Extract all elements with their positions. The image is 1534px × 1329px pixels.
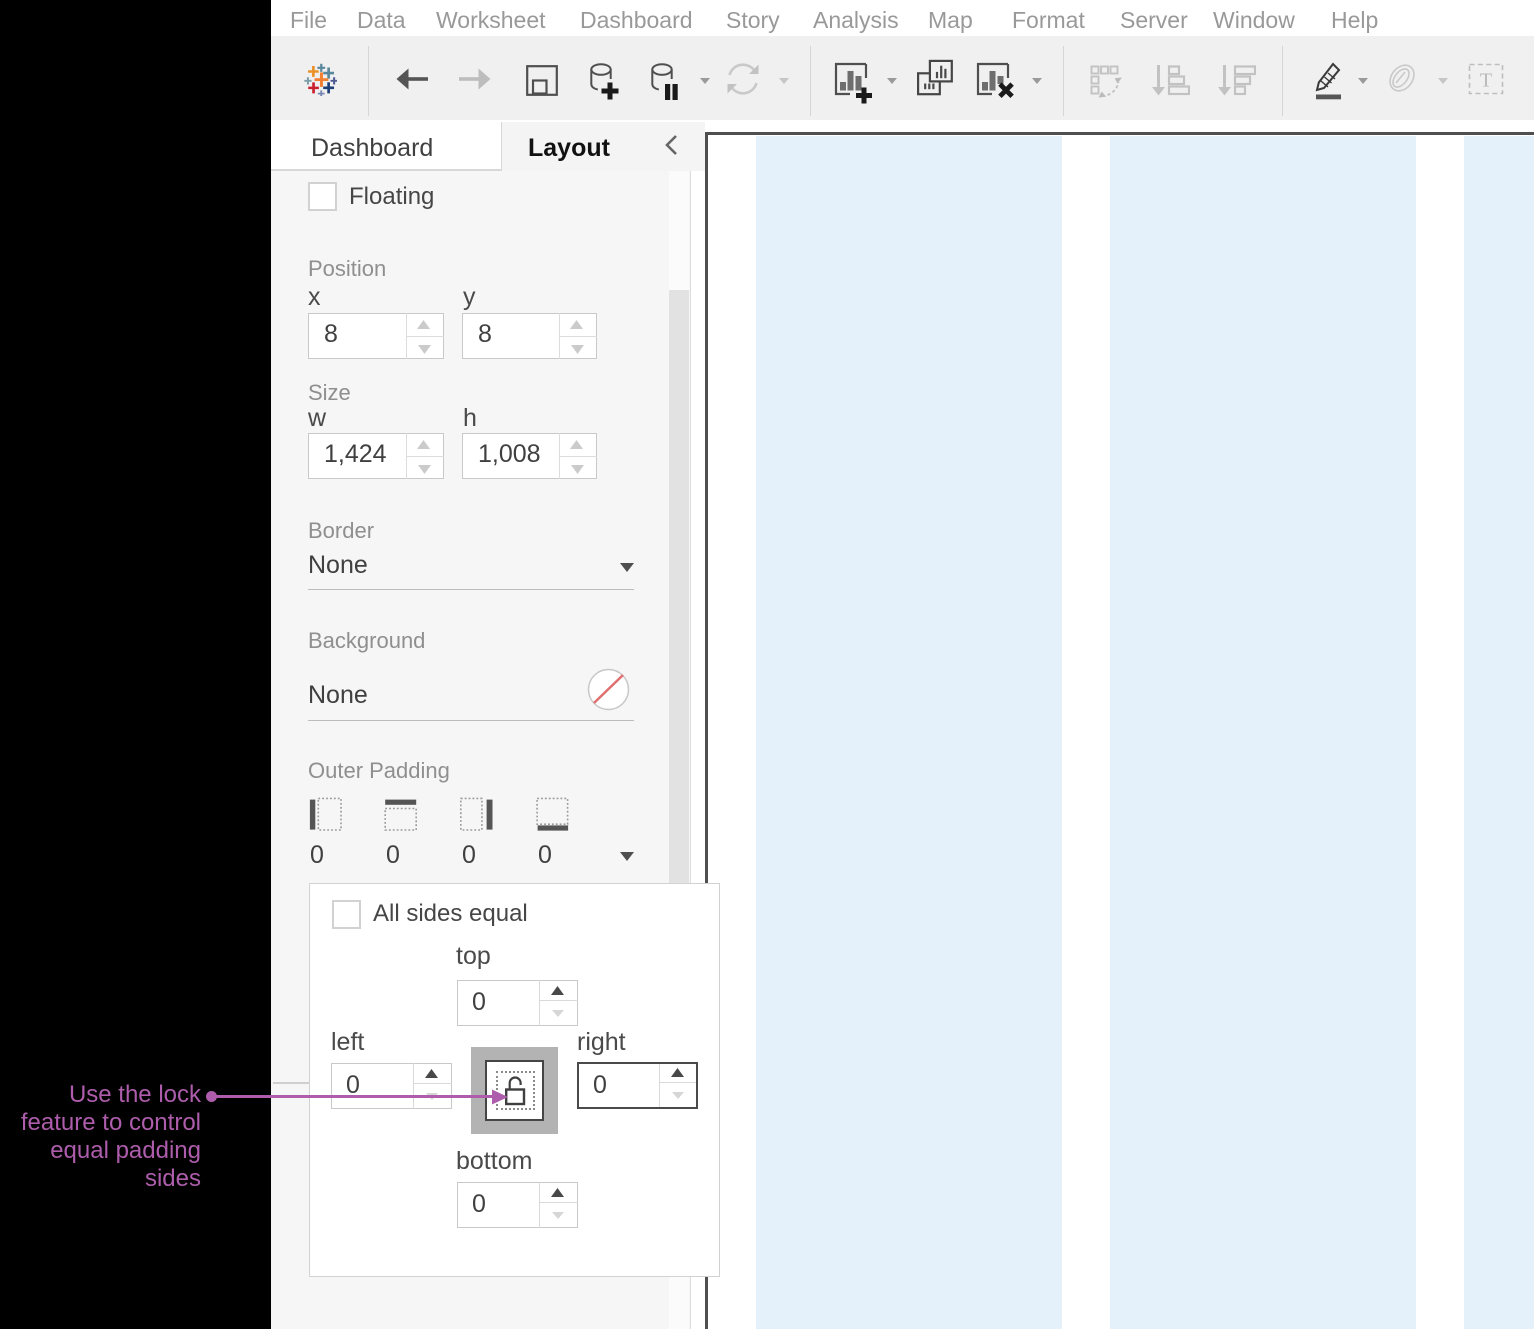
svg-text:T: T (1480, 70, 1492, 92)
